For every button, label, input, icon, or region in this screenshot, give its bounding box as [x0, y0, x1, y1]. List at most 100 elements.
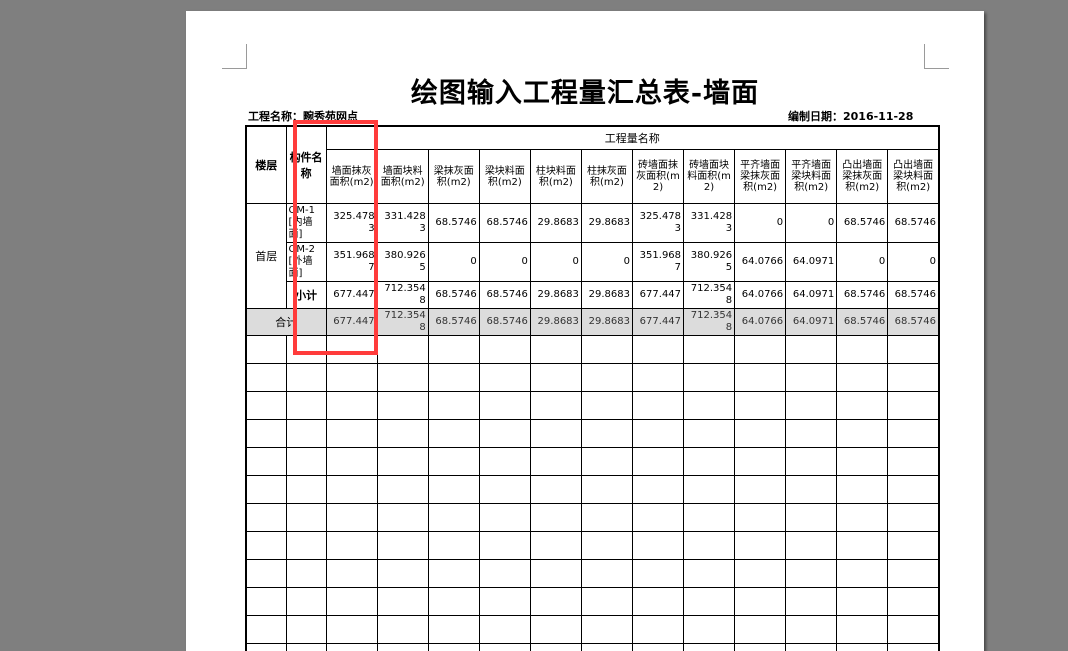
quantity-cell: 29.8683 — [530, 204, 581, 243]
quantity-cell: 677.447 — [326, 282, 377, 309]
empty-cell — [286, 616, 326, 644]
empty-cell — [428, 476, 479, 504]
empty-cell — [786, 476, 837, 504]
margin-mark-top-left — [222, 44, 247, 69]
column-header: 梁块料面积(m2) — [479, 150, 530, 204]
quantity-cell: 68.5746 — [837, 282, 888, 309]
empty-cell — [786, 336, 837, 364]
empty-cell — [530, 560, 581, 588]
component-header: 构件名称 — [286, 126, 326, 204]
quantity-cell: 331.4283 — [377, 204, 428, 243]
quantity-cell: 68.5746 — [888, 282, 939, 309]
empty-row — [246, 644, 939, 651]
quantity-cell: 29.8683 — [581, 282, 632, 309]
empty-row — [246, 364, 939, 392]
empty-cell — [479, 448, 530, 476]
column-header: 梁抹灰面积(m2) — [428, 150, 479, 204]
empty-cell — [326, 392, 377, 420]
quantity-cell: 64.0971 — [786, 282, 837, 309]
quantity-group-header: 工程量名称 — [326, 126, 939, 150]
empty-cell — [286, 588, 326, 616]
empty-cell — [479, 364, 530, 392]
empty-row — [246, 504, 939, 532]
quantity-cell: 0 — [428, 243, 479, 282]
quantity-cell: 64.0971 — [786, 309, 837, 336]
empty-cell — [530, 364, 581, 392]
empty-cell — [428, 392, 479, 420]
empty-cell — [581, 644, 632, 651]
empty-cell — [326, 476, 377, 504]
empty-cell — [581, 476, 632, 504]
empty-cell — [735, 420, 786, 448]
empty-cell — [786, 616, 837, 644]
empty-cell — [786, 560, 837, 588]
empty-cell — [632, 616, 683, 644]
column-header: 砖墙面块料面积(m2) — [684, 150, 735, 204]
empty-cell — [837, 476, 888, 504]
empty-cell — [837, 336, 888, 364]
empty-cell — [428, 644, 479, 651]
quantity-cell: 712.3548 — [377, 282, 428, 309]
quantity-cell: 68.5746 — [479, 309, 530, 336]
empty-cell — [428, 448, 479, 476]
subtotal-row: 小计677.447712.354868.574668.574629.868329… — [246, 282, 939, 309]
empty-cell — [837, 532, 888, 560]
empty-cell — [246, 644, 286, 651]
empty-cell — [684, 364, 735, 392]
empty-cell — [632, 448, 683, 476]
empty-cell — [479, 616, 530, 644]
empty-row — [246, 420, 939, 448]
empty-cell — [286, 504, 326, 532]
empty-cell — [684, 588, 735, 616]
empty-cell — [286, 336, 326, 364]
column-header: 墙面抹灰面积(m2) — [326, 150, 377, 204]
empty-cell — [479, 588, 530, 616]
empty-cell — [530, 420, 581, 448]
empty-cell — [837, 504, 888, 532]
edit-date: 编制日期：2016-11-28 — [788, 108, 913, 124]
empty-cell — [479, 504, 530, 532]
empty-cell — [837, 420, 888, 448]
empty-cell — [786, 364, 837, 392]
empty-cell — [735, 644, 786, 651]
quantity-cell: 677.447 — [326, 309, 377, 336]
quantity-cell: 68.5746 — [888, 204, 939, 243]
empty-cell — [684, 644, 735, 651]
empty-row — [246, 448, 939, 476]
empty-cell — [632, 420, 683, 448]
quantity-cell: 29.8683 — [581, 204, 632, 243]
empty-cell — [428, 336, 479, 364]
empty-cell — [286, 644, 326, 651]
empty-cell — [684, 336, 735, 364]
empty-cell — [735, 476, 786, 504]
empty-cell — [581, 560, 632, 588]
empty-cell — [735, 504, 786, 532]
quantity-cell: 380.9265 — [377, 243, 428, 282]
quantity-cell: 68.5746 — [888, 309, 939, 336]
quantity-cell: 0 — [888, 243, 939, 282]
empty-cell — [632, 532, 683, 560]
empty-cell — [530, 336, 581, 364]
empty-cell — [246, 448, 286, 476]
empty-cell — [246, 560, 286, 588]
empty-cell — [428, 364, 479, 392]
empty-cell — [377, 476, 428, 504]
empty-cell — [246, 476, 286, 504]
empty-cell — [286, 364, 326, 392]
total-label: 合计 — [246, 309, 326, 336]
column-header: 平齐墙面梁抹灰面积(m2) — [735, 150, 786, 204]
component-name-cell: QM-2[外墙面] — [286, 243, 326, 282]
empty-cell — [786, 420, 837, 448]
empty-cell — [428, 532, 479, 560]
empty-cell — [246, 392, 286, 420]
empty-cell — [246, 364, 286, 392]
subtotal-label: 小计 — [286, 282, 326, 309]
quantity-cell: 68.5746 — [428, 204, 479, 243]
empty-cell — [684, 448, 735, 476]
empty-cell — [581, 448, 632, 476]
empty-cell — [581, 420, 632, 448]
empty-cell — [888, 336, 939, 364]
quantity-cell: 29.8683 — [530, 309, 581, 336]
empty-cell — [377, 448, 428, 476]
empty-cell — [888, 560, 939, 588]
